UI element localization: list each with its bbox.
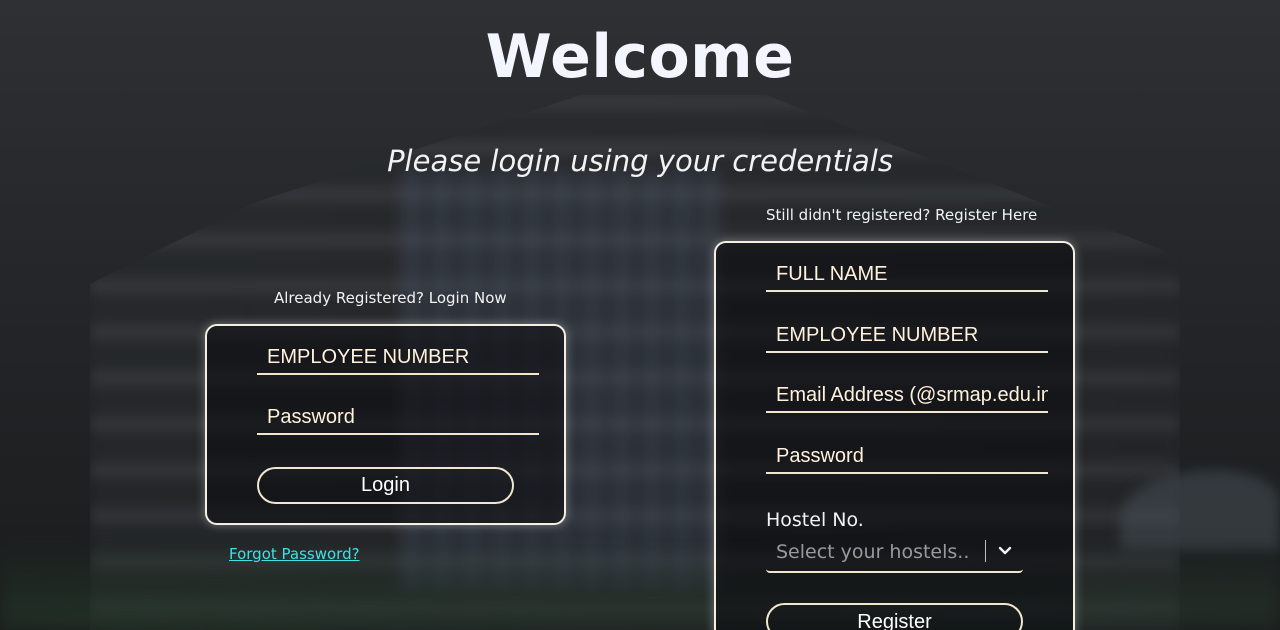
background-image xyxy=(0,0,1280,630)
hostel-select-placeholder: Select your hostels.. xyxy=(776,541,970,563)
forgot-password-link[interactable]: Forgot Password? xyxy=(229,545,360,563)
register-password-input[interactable] xyxy=(766,440,1048,472)
hostel-select-separator xyxy=(985,540,986,562)
page-title: Welcome xyxy=(485,22,795,92)
login-password-input[interactable] xyxy=(257,401,539,433)
register-employee-field xyxy=(766,319,1048,353)
login-button[interactable]: Login xyxy=(257,467,514,504)
login-password-field xyxy=(257,401,539,435)
register-hint: Still didn't registered? Register Here xyxy=(766,206,1038,224)
register-fullname-input[interactable] xyxy=(766,258,1048,290)
register-button[interactable]: Register xyxy=(766,603,1023,630)
login-employee-field xyxy=(257,341,539,375)
login-hint: Already Registered? Login Now xyxy=(274,289,507,307)
register-employee-input[interactable] xyxy=(766,319,1048,351)
register-email-input[interactable] xyxy=(766,379,1048,411)
register-password-field xyxy=(766,440,1048,474)
register-email-field xyxy=(766,379,1048,413)
page-subtitle: Please login using your credentials xyxy=(387,144,893,178)
hostel-label: Hostel No. xyxy=(766,509,864,531)
register-fullname-field xyxy=(766,258,1048,292)
login-employee-input[interactable] xyxy=(257,341,539,373)
hostel-select[interactable]: Select your hostels.. xyxy=(766,535,1023,573)
background-trees xyxy=(0,520,1280,630)
chevron-down-icon[interactable] xyxy=(997,542,1013,558)
